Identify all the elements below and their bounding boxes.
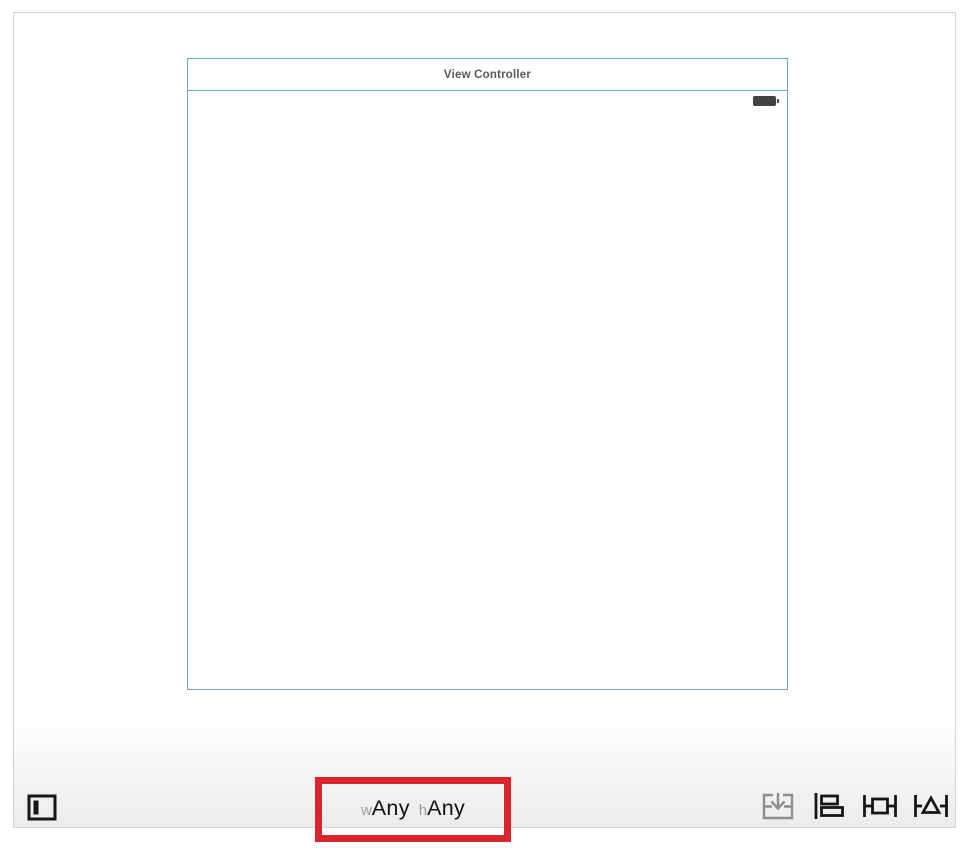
auto-layout-button-bar bbox=[759, 792, 950, 822]
align-button[interactable] bbox=[810, 792, 848, 822]
embed-in-stack-button[interactable] bbox=[759, 792, 797, 822]
align-icon bbox=[813, 792, 845, 823]
view-controller-titlebar[interactable]: View Controller bbox=[188, 59, 787, 91]
document-outline-toggle-button[interactable] bbox=[26, 793, 58, 823]
view-controller-scene[interactable]: View Controller bbox=[187, 58, 788, 690]
view-controller-title: View Controller bbox=[444, 69, 531, 81]
battery-body bbox=[753, 96, 776, 106]
height-class-label: h bbox=[419, 802, 427, 819]
battery-icon bbox=[753, 96, 779, 106]
resolve-auto-layout-issues-button[interactable] bbox=[912, 792, 950, 822]
size-class-control[interactable]: wAnyhAny bbox=[361, 796, 465, 821]
width-class-value: Any bbox=[372, 796, 410, 821]
document-outline-icon bbox=[26, 810, 58, 825]
pin-constraints-icon bbox=[861, 791, 899, 824]
view-controller-view[interactable] bbox=[188, 91, 787, 688]
height-class-value: Any bbox=[427, 796, 465, 821]
interface-builder-canvas: View Controller wAnyhAny bbox=[13, 12, 956, 828]
battery-nub bbox=[777, 99, 779, 103]
width-class-label: w bbox=[361, 802, 372, 819]
stack-embed-icon bbox=[761, 791, 795, 824]
pin-constraints-button[interactable] bbox=[861, 792, 899, 822]
resolve-issues-icon bbox=[912, 791, 950, 824]
